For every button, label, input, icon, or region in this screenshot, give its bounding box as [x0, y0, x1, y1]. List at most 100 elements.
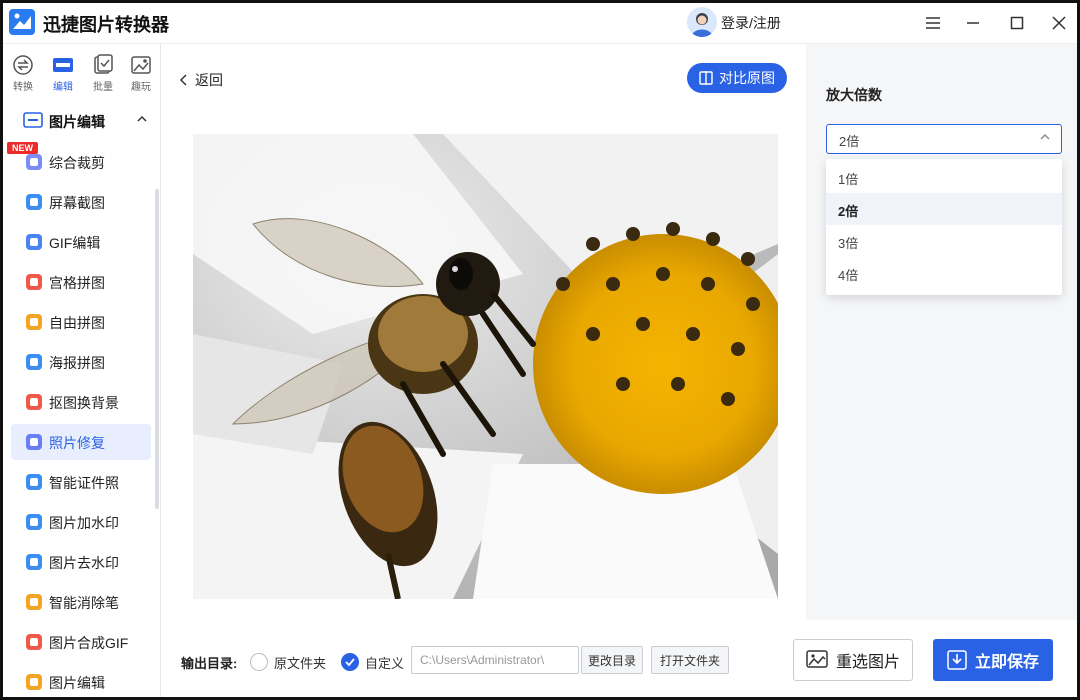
sidebar-item-label: 图片编辑 — [49, 675, 105, 691]
sidebar-item-poster-collage[interactable]: 海报拼图 — [11, 344, 151, 380]
scale-title: 放大倍数 — [826, 87, 882, 103]
close-icon[interactable] — [1045, 9, 1073, 37]
check-icon — [345, 658, 355, 667]
sidebar-item-remove-watermark[interactable]: 图片去水印 — [11, 544, 151, 580]
sidebar-item-cutout[interactable]: 抠图换背景 — [11, 384, 151, 420]
menu-icon[interactable] — [919, 9, 947, 37]
sidebar-item-image-edit[interactable]: 图片编辑 — [11, 664, 151, 697]
tab-label: 趣玩 — [131, 82, 151, 93]
sidebar-item-photo-repair[interactable]: 照片修复 — [11, 424, 151, 460]
sidebar-item-label: 图片加水印 — [49, 515, 119, 531]
sidebar-item-label: 抠图换背景 — [49, 395, 119, 411]
scale-select[interactable]: 2倍 — [826, 124, 1062, 154]
section-image-edit[interactable]: 图片编辑 — [13, 108, 153, 136]
sidebar-item-label: 智能消除笔 — [49, 595, 119, 611]
tab-batch[interactable]: 批量 — [85, 54, 121, 93]
settings-panel: 放大倍数 2倍 1倍 2倍 3倍 4倍 重选图片 立即保存 — [793, 44, 1077, 697]
convert-icon — [13, 55, 33, 75]
sidebar-item-id-photo[interactable]: 智能证件照 — [11, 464, 151, 500]
save-now-button[interactable]: 立即保存 — [933, 639, 1053, 681]
tab-convert[interactable]: 转换 — [5, 54, 41, 93]
sidebar-item-label: 照片修复 — [49, 435, 105, 451]
app-title: 迅捷图片转换器 — [43, 15, 169, 35]
preview-image — [193, 134, 778, 599]
minimize-icon[interactable] — [959, 9, 987, 37]
batch-icon — [94, 54, 113, 74]
sidebar-item-screenshot[interactable]: 屏幕截图 — [11, 184, 151, 220]
option-label: 4倍 — [838, 268, 859, 283]
screenshot-icon — [26, 194, 42, 210]
scale-option-3x[interactable]: 3倍 — [826, 225, 1062, 257]
crop-icon — [26, 154, 42, 170]
gif-maker-icon — [26, 634, 42, 650]
maximize-icon[interactable] — [1003, 9, 1031, 37]
chevron-left-icon — [179, 74, 187, 86]
tab-label: 转换 — [13, 82, 33, 93]
back-label: 返回 — [195, 72, 223, 88]
login-link[interactable]: 登录/注册 — [721, 13, 781, 33]
compare-icon — [699, 71, 713, 85]
main-area: 返回 对比原图 输出目录: 原文件夹 自定义 C:\Users\Administ… — [161, 44, 805, 697]
option-label: 3倍 — [838, 236, 859, 251]
sidebar-item-add-watermark[interactable]: 图片加水印 — [11, 504, 151, 540]
image-icon — [806, 650, 828, 668]
output-dir-label: 输出目录: — [181, 656, 238, 671]
radio-custom-folder[interactable] — [341, 653, 359, 671]
change-dir-button[interactable]: 更改目录 — [581, 646, 643, 674]
scale-option-4x[interactable]: 4倍 — [826, 257, 1062, 289]
scale-option-2x[interactable]: 2倍 — [826, 193, 1062, 225]
save-label: 立即保存 — [974, 654, 1039, 671]
poster-icon — [26, 354, 42, 370]
sidebar-item-grid-collage[interactable]: 宫格拼图 — [11, 264, 151, 300]
sidebar-item-free-collage[interactable]: 自由拼图 — [11, 304, 151, 340]
compare-label: 对比原图 — [719, 70, 775, 86]
tab-label: 批量 — [93, 82, 113, 93]
collage-icon — [26, 314, 42, 330]
gif-icon — [26, 234, 42, 250]
remove-watermark-icon — [26, 554, 42, 570]
title-bar: 迅捷图片转换器 登录/注册 — [3, 3, 1077, 44]
id-photo-icon — [26, 474, 42, 490]
radio-original-label: 原文件夹 — [274, 656, 327, 671]
sidebar-item-make-gif[interactable]: 图片合成GIF — [11, 624, 151, 660]
sidebar-scrollbar[interactable] — [155, 189, 159, 509]
tab-edit[interactable]: 编辑 — [45, 54, 81, 93]
back-button[interactable]: 返回 — [179, 70, 223, 90]
sidebar-item-label: 海报拼图 — [49, 355, 105, 371]
sidebar: 转换 编辑 批量 趣玩 图片编辑 NEW 综合裁剪 屏幕截图 GIF编辑 宫格拼… — [3, 44, 161, 697]
scale-option-1x[interactable]: 1倍 — [826, 161, 1062, 193]
sidebar-item-label: GIF编辑 — [49, 235, 101, 251]
sidebar-item-label: 宫格拼图 — [49, 275, 105, 291]
image-icon — [26, 674, 42, 690]
sidebar-item-gif-edit[interactable]: GIF编辑 — [11, 224, 151, 260]
app-window: 迅捷图片转换器 登录/注册 转换 编辑 批量 趣玩 图片编辑 NEW 综合裁剪 … — [0, 0, 1080, 700]
radio-original-folder[interactable] — [250, 653, 268, 671]
reselect-label: 重选图片 — [835, 654, 900, 671]
app-logo-icon — [9, 9, 35, 35]
sidebar-item-label: 屏幕截图 — [49, 195, 105, 211]
edit-icon — [53, 58, 73, 72]
tab-label: 编辑 — [53, 82, 73, 93]
output-path-input[interactable] — [411, 646, 579, 674]
sidebar-item-label: 图片合成GIF — [49, 635, 129, 651]
scale-dropdown: 1倍 2倍 3倍 4倍 — [826, 159, 1062, 295]
sidebar-item-crop[interactable]: 综合裁剪 — [11, 144, 151, 180]
repair-icon — [26, 434, 42, 450]
grid-icon — [26, 274, 42, 290]
image-edit-icon — [23, 112, 43, 128]
sidebar-item-smart-eraser[interactable]: 智能消除笔 — [11, 584, 151, 620]
compare-original-button[interactable]: 对比原图 — [687, 63, 787, 93]
open-folder-button[interactable]: 打开文件夹 — [651, 646, 729, 674]
avatar[interactable] — [687, 7, 717, 37]
scale-select-value: 2倍 — [839, 134, 860, 149]
tab-fun[interactable]: 趣玩 — [123, 54, 159, 93]
reselect-image-button[interactable]: 重选图片 — [793, 639, 913, 681]
sidebar-item-label: 自由拼图 — [49, 315, 105, 331]
sidebar-item-label: 智能证件照 — [49, 475, 119, 491]
eraser-icon — [26, 394, 42, 410]
radio-custom-label: 自定义 — [365, 656, 405, 671]
download-icon — [947, 650, 967, 670]
chevron-up-icon — [137, 112, 147, 126]
section-title: 图片编辑 — [49, 114, 105, 130]
top-tabs: 转换 编辑 批量 趣玩 — [3, 54, 160, 94]
